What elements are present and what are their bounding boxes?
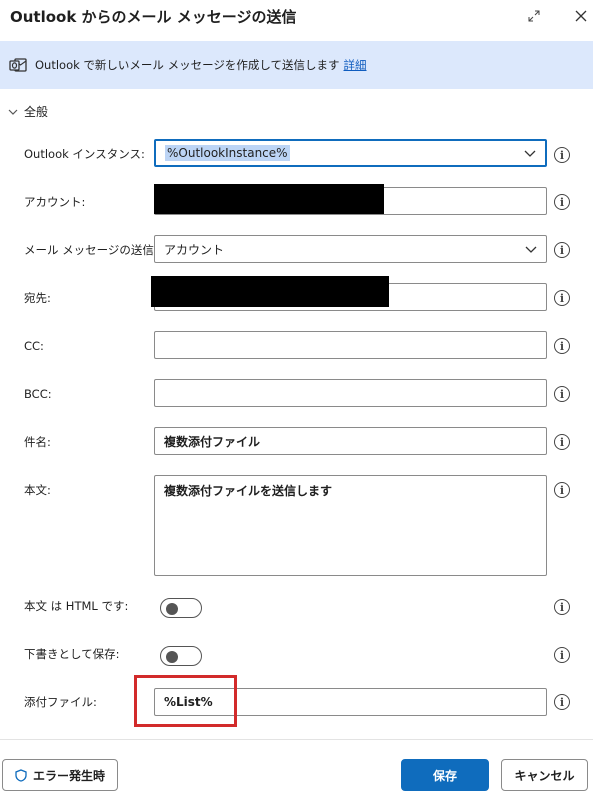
send-from-value: アカウント <box>164 242 225 257</box>
body-textarea[interactable]: 複数添付ファイルを送信します <box>154 475 547 576</box>
redaction-block <box>151 276 389 307</box>
info-icon[interactable]: i <box>554 147 570 163</box>
close-icon <box>575 10 587 22</box>
section-general[interactable]: 全般 <box>8 103 48 120</box>
expand-button[interactable] <box>524 6 544 26</box>
info-icon[interactable]: i <box>554 338 570 354</box>
save-button[interactable]: 保存 <box>401 759 489 791</box>
info-icon[interactable]: i <box>554 194 570 210</box>
info-banner: Outlook で新しいメール メッセージを作成して送信します 詳細 <box>0 41 593 89</box>
info-icon[interactable]: i <box>554 386 570 402</box>
cancel-button[interactable]: キャンセル <box>501 759 588 791</box>
info-icon[interactable]: i <box>554 647 570 663</box>
subject-input[interactable]: 複数添付ファイル <box>154 427 547 455</box>
toggle-knob <box>166 650 178 663</box>
send-from-select[interactable]: アカウント <box>154 235 547 263</box>
draft-toggle[interactable] <box>160 646 202 666</box>
attachment-label: 添付ファイル: <box>24 695 97 709</box>
subject-label: 件名: <box>24 435 51 449</box>
info-icon[interactable]: i <box>554 434 570 450</box>
bcc-label: BCC: <box>24 387 52 401</box>
on-error-button[interactable]: エラー発生時 <box>2 759 118 791</box>
chevron-down-icon <box>8 109 18 115</box>
html-toggle[interactable] <box>160 598 202 618</box>
instance-value: %OutlookInstance% <box>165 145 290 161</box>
expand-icon <box>528 10 540 22</box>
on-error-label: エラー発生時 <box>32 768 105 783</box>
redaction-block <box>154 184 384 214</box>
html-label: 本文 は HTML です: <box>24 599 129 613</box>
to-label: 宛先: <box>24 291 51 305</box>
info-icon[interactable]: i <box>554 242 570 258</box>
draft-label: 下書きとして保存: <box>24 647 120 661</box>
toggle-knob <box>166 602 178 615</box>
send-from-label: メール メッセージの送信元: <box>24 243 170 257</box>
highlight-box <box>134 675 237 727</box>
cc-input[interactable] <box>154 331 547 359</box>
info-icon[interactable]: i <box>554 290 570 306</box>
dialog-title: Outlook からのメール メッセージの送信 <box>10 8 297 26</box>
account-label: アカウント: <box>24 195 86 209</box>
footer-divider <box>0 739 593 740</box>
info-icon[interactable]: i <box>554 599 570 615</box>
bcc-input[interactable] <box>154 379 547 407</box>
banner-text: Outlook で新しいメール メッセージを作成して送信します <box>35 58 340 72</box>
cc-label: CC: <box>24 339 44 353</box>
chevron-down-icon <box>523 146 537 160</box>
body-label: 本文: <box>24 483 51 497</box>
instance-label: Outlook インスタンス: <box>24 147 145 161</box>
section-label: 全般 <box>24 105 49 119</box>
info-icon[interactable]: i <box>554 482 570 498</box>
shield-icon <box>15 768 27 782</box>
outlook-icon <box>9 58 27 72</box>
chevron-down-icon <box>524 242 538 256</box>
info-icon[interactable]: i <box>554 694 570 710</box>
close-button[interactable] <box>571 6 591 26</box>
instance-select[interactable]: %OutlookInstance% <box>154 139 547 167</box>
details-link[interactable]: 詳細 <box>344 57 367 73</box>
